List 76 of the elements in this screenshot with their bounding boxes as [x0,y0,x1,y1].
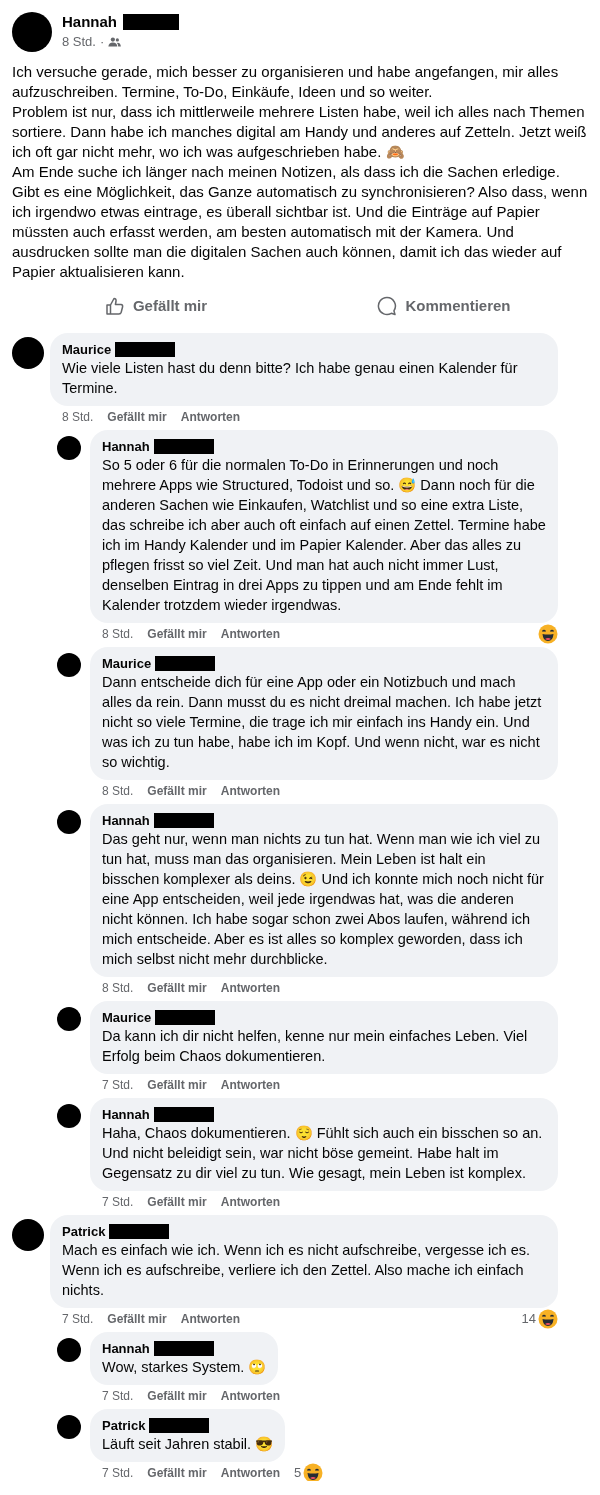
comment-time: 8 Std. [102,783,134,800]
comment-time: 8 Std. [102,626,134,643]
comment-text: Wie viele Listen hast du denn bitte? Ich habe genau einen Kalender für Termine. [62,359,519,398]
author-name[interactable]: Hannah [102,812,150,829]
author-name[interactable]: Maurice [102,1009,152,1026]
comment-text: Haha, Chaos dokumentieren. 😌 Fühlt sich auch ein bisschen so an. Und nicht beleidigt sein, war nicht böse gemeint. Habe halt im Gegensatz zu dir viel zu tun. Wie gesagt, mein Leben ist komplex. [102,1124,544,1183]
like-link[interactable]: Gefällt mir [147,1076,207,1094]
avatar[interactable] [12,12,52,52]
redaction-bar [109,1224,170,1239]
reply-link[interactable]: Antworten [220,1076,281,1094]
redaction-bar [155,656,216,671]
redaction-bar [123,14,179,31]
avatar[interactable] [12,1219,44,1251]
author-name[interactable]: Hannah [102,438,150,455]
like-link[interactable]: Gefällt mir [147,979,207,997]
people-icon [108,37,122,47]
separator: · [99,33,105,52]
redaction-bar [153,1341,214,1356]
comment-icon [377,296,398,316]
comment-text: Da kann ich dir nicht helfen, kenne nur mein einfaches Leben. Viel Erfolg beim Chaos dokumentieren. [102,1027,529,1066]
author-name[interactable]: Hannah [102,1106,150,1123]
comment-text: Mach es einfach wie ich. Wenn ich es nicht aufschreibe, vergesse ich es. Wenn ich es aufschreibe, verliere ich den Zettel. Also mache ich einfach nichts. [62,1241,531,1300]
comment-time: 7 Std. [62,1311,94,1328]
reaction-count[interactable]: 14 [521,1309,536,1329]
comment-time: 7 Std. [102,1077,134,1094]
reply-link[interactable]: Antworten [220,1387,281,1405]
comment-time: 8 Std. [102,980,134,997]
avatar[interactable] [57,1338,81,1362]
author-name[interactable]: Patrick [102,1417,146,1434]
reply-link[interactable]: Antworten [220,625,281,643]
like-link[interactable]: Gefällt mir [147,625,207,643]
comment-button[interactable]: Kommentieren [300,290,588,322]
thumbs-up-icon [104,296,125,316]
avatar[interactable] [57,1104,81,1128]
redaction-bar [149,1418,210,1433]
redaction-bar [115,342,176,357]
redaction-bar [155,1010,216,1025]
like-link[interactable]: Gefällt mir [147,782,207,800]
comment-time: 7 Std. [102,1194,134,1211]
post-text: Ich versuche gerade, mich besser zu organisieren und habe angefangen, mir alles aufzuschreiben. Termine, To-Do, Einkäufe, Ideen und so weiter. Problem ist nur, dass ich mittlerweile mehrere Listen habe, weil ich alles nach Themen sortiere. Dann habe ich manches digital am Handy und anderes auf Zetteln. Jetzt weiß ich oft gar nicht mehr, wo ich was aufgeschrieben habe. 🙈 Am Ende suche ich länger nach meinen Notizen, als dass ich die Sachen erledige. Gibt es eine Möglichkeit, das Ganze automatisch zu synchronisieren? Also dass, wenn ich irgendwo etwas eintrage, es überall sichtbar ist. Und die Einträge auf Papier müssten auch erfasst werden, am besten automatisch mit der Kamera. Und ausdrucken sollte man die digitalen Sachen auch können, damit ich das wieder auf Papier aktualisieren kann. [11,62,589,282]
comment-time: 7 Std. [102,1465,134,1481]
author-name[interactable]: Maurice [102,655,152,672]
post-time[interactable]: 8 Std. [62,32,96,52]
reply-link[interactable]: Antworten [220,1193,281,1211]
redaction-bar [153,1107,214,1122]
like-link[interactable]: Gefällt mir [147,1387,207,1405]
like-link[interactable]: Gefällt mir [147,1464,207,1481]
like-link[interactable]: Gefällt mir [107,1310,167,1328]
comment-text: Das geht nur, wenn man nichts zu tun hat. Wenn man wie ich viel zu tun hat, muss man das organisieren. Mein Leben ist halt ein bisschen komplexer als deins. 😉 Und ich konnte mich noch nicht für eine App entscheiden, weil jede irgendwas hat, was die anderen nicht können. Ich habe sogar schon zwei Abos laufen, während ich mich entscheide. Aber es ist alles so komplex geworden, dass ich mich selbst nicht mehr durchblicke. [102,830,545,969]
reply-link[interactable]: Antworten [220,1464,281,1481]
avatar[interactable] [57,436,81,460]
like-button[interactable]: Gefällt mir [12,290,300,322]
avatar[interactable] [57,810,81,834]
avatar[interactable] [57,653,81,677]
reply-link[interactable]: Antworten [220,979,281,997]
reply-link[interactable]: Antworten [180,408,241,426]
like-link[interactable]: Gefällt mir [147,1193,207,1211]
author-name[interactable]: Hannah [62,12,117,33]
comment-text: Wow, starkes System. 🙄 [102,1358,267,1377]
avatar[interactable] [12,337,44,369]
reply-link[interactable]: Antworten [180,1310,241,1328]
comment-time: 8 Std. [62,409,94,426]
reaction-count[interactable]: 5 [294,1463,302,1481]
like-link[interactable]: Gefällt mir [107,408,167,426]
author-name[interactable]: Hannah [102,1340,150,1357]
reply-link[interactable]: Antworten [220,782,281,800]
avatar[interactable] [57,1007,81,1031]
author-name[interactable]: Maurice [62,341,112,358]
avatar[interactable] [57,1415,81,1439]
comment-time: 7 Std. [102,1388,134,1405]
comment-text: So 5 oder 6 für die normalen To-Do in Erinnerungen und noch mehrere Apps wie Structured, Todoist und so. 😅 Dann noch für die anderen Sachen wie Einkaufen, Watchlist und so eine extra Liste, das schreibe ich aber auch oft einfach auf einen Zettel. Termine habe ich im Handy Kalender und im Papier Kalender. Aber das alles zu pflegen frisst so viel Zeit. Und man hat auch nicht immer Lust, denselben Eintrag in drei Apps zu tippen und am Ende fehlt im Kalender trotzdem wieder irgendwas. [102,456,546,615]
redaction-bar [153,439,214,454]
comment-text: Dann entscheide dich für eine App oder ein Notizbuch und mach alles da rein. Dann musst du es nicht dreimal machen. Ich habe jetzt nicht so viele Termine, die trage ich mir einfach ins Handy ein. Und was ich zu tun habe, habe ich im Kopf. Und wenn nicht, war es nicht so wichtig. [102,673,543,772]
redaction-bar [153,813,214,828]
comment-text: Läuft seit Jahren stabil. 😎 [102,1435,274,1454]
author-name[interactable]: Patrick [62,1223,106,1240]
